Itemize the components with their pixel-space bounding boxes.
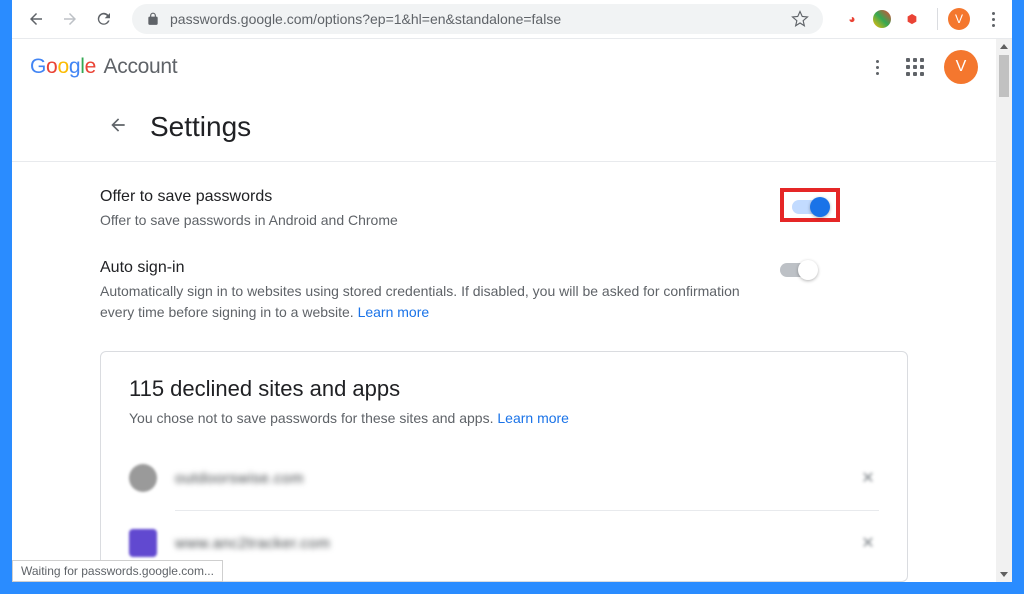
- extension-icon-3[interactable]: ⬢: [903, 10, 921, 28]
- setting-desc: Automatically sign in to websites using …: [100, 281, 760, 323]
- setting-name: Auto sign-in: [100, 259, 760, 277]
- site-favicon: [129, 529, 157, 557]
- declined-sub: You chose not to save passwords for thes…: [129, 410, 497, 426]
- site-name: www.anc2tracker.com: [175, 535, 839, 552]
- chrome-menu-button[interactable]: [984, 12, 1002, 27]
- highlighted-control: [780, 188, 840, 222]
- declined-sites-card: 115 declined sites and apps You chose no…: [100, 351, 908, 582]
- site-favicon: [129, 464, 157, 492]
- reload-button[interactable]: [90, 5, 118, 33]
- page-title-row: Settings: [12, 95, 996, 161]
- setting-desc: Offer to save passwords in Android and C…: [100, 210, 760, 231]
- browser-toolbar: passwords.google.com/options?ep=1&hl=en&…: [12, 0, 1012, 39]
- google-account-logo[interactable]: Google Account: [30, 55, 177, 79]
- remove-site-button[interactable]: ✕: [857, 467, 879, 489]
- remove-site-button[interactable]: ✕: [857, 532, 879, 554]
- page-title: Settings: [150, 111, 251, 143]
- status-bar: Waiting for passwords.google.com...: [12, 560, 223, 582]
- extension-icon-1[interactable]: ◕: [843, 10, 861, 28]
- google-apps-button[interactable]: [906, 58, 924, 76]
- declined-row: www.anc2tracker.com ✕: [129, 511, 879, 575]
- bookmark-star-icon[interactable]: [791, 10, 809, 28]
- declined-heading: 115 declined sites and apps: [129, 376, 879, 402]
- scroll-down-button[interactable]: [996, 566, 1012, 582]
- scroll-thumb[interactable]: [999, 55, 1009, 97]
- auto-sign-in-toggle[interactable]: [780, 263, 816, 277]
- address-bar[interactable]: passwords.google.com/options?ep=1&hl=en&…: [132, 4, 823, 34]
- site-name: outdoorswise.com: [175, 470, 839, 487]
- forward-button[interactable]: [56, 5, 84, 33]
- account-avatar[interactable]: V: [944, 50, 978, 84]
- account-label: Account: [104, 55, 178, 78]
- scroll-up-button[interactable]: [996, 39, 1012, 55]
- vertical-scrollbar[interactable]: [996, 39, 1012, 582]
- extension-icon-2[interactable]: [873, 10, 891, 28]
- url-text: passwords.google.com/options?ep=1&hl=en&…: [170, 11, 561, 27]
- back-button[interactable]: [22, 5, 50, 33]
- app-header: Google Account V: [12, 39, 996, 95]
- setting-offer-save-passwords: Offer to save passwords Offer to save pa…: [100, 188, 908, 231]
- lock-icon: [146, 12, 160, 26]
- learn-more-link[interactable]: Learn more: [497, 410, 569, 426]
- setting-auto-sign-in: Auto sign-in Automatically sign in to we…: [100, 259, 908, 323]
- setting-name: Offer to save passwords: [100, 188, 760, 206]
- separator: [937, 8, 938, 30]
- offer-save-toggle[interactable]: [792, 200, 828, 214]
- profile-avatar[interactable]: V: [948, 8, 970, 30]
- navigate-back-button[interactable]: [108, 115, 128, 140]
- declined-row: outdoorswise.com ✕: [129, 446, 879, 510]
- extensions-group: ◕ ⬢: [843, 10, 921, 28]
- learn-more-link[interactable]: Learn more: [358, 304, 430, 320]
- app-more-button[interactable]: [868, 60, 886, 75]
